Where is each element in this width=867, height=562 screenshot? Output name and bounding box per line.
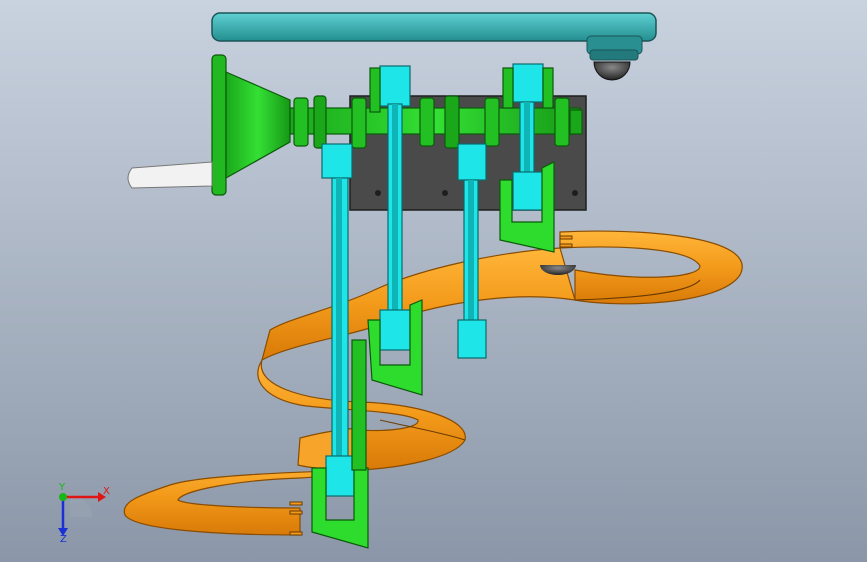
triad-x-label: X — [103, 486, 110, 497]
coordinate-triad — [58, 492, 106, 536]
assembly-model[interactable] — [0, 0, 867, 562]
triad-z-label: Z — [60, 534, 67, 545]
link-rod-3[interactable] — [457, 143, 487, 359]
3d-graphics-viewport[interactable]: X Y Z — [0, 0, 867, 562]
dome-bearing — [593, 61, 631, 81]
top-beam[interactable] — [211, 12, 657, 61]
crank-cone[interactable] — [211, 54, 291, 196]
triad-y-label: Y — [59, 482, 66, 493]
crank-handle[interactable] — [127, 161, 213, 189]
spiral-track[interactable] — [123, 230, 743, 536]
